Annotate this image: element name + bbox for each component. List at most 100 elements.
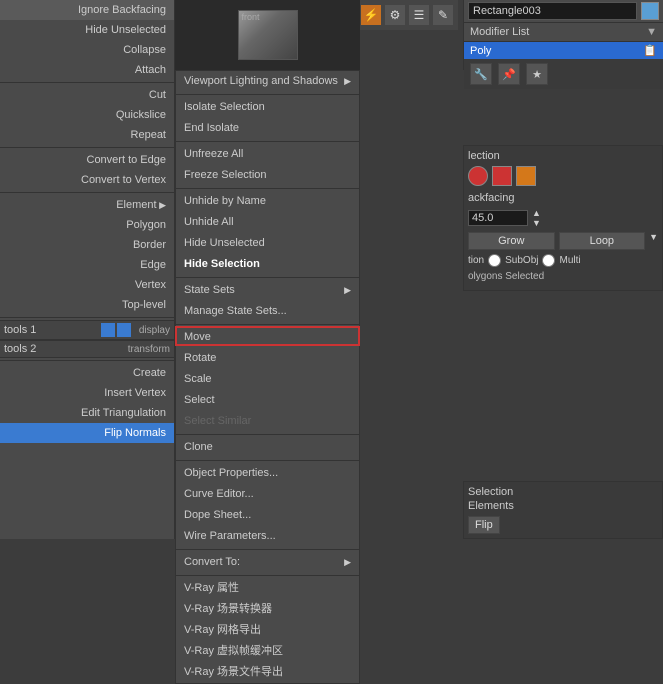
menu-wire-parameters[interactable]: Wire Parameters... (176, 526, 359, 547)
left-menu-flip-normals[interactable]: Flip Normals (0, 423, 174, 443)
menu-clone[interactable]: Clone (176, 437, 359, 458)
viewport-object: front (238, 10, 298, 60)
icon-btn-2[interactable]: ⚙ (384, 4, 406, 26)
tools-row-1: tools 1 display (0, 320, 174, 340)
menu-rotate[interactable]: Rotate (176, 348, 359, 369)
subobj-radio[interactable] (488, 254, 501, 267)
modifier-list-dropdown-icon[interactable]: ▼ (646, 26, 657, 38)
sel-icon-vertex[interactable] (468, 166, 488, 186)
menu-vray-attr[interactable]: V-Ray 属性 (176, 578, 359, 599)
left-menu-ignore-backfacing[interactable]: Ignore Backfacing (0, 0, 174, 20)
menu-dope-sheet[interactable]: Dope Sheet... (176, 505, 359, 526)
object-properties-panel: Modifier List ▼ Poly 📋 🔧 📌 ★ (463, 0, 663, 70)
top-icons-bar: ⚡ ⚙ ☰ ✎ (356, 0, 458, 30)
mod-icon-pin[interactable]: 📌 (498, 63, 520, 85)
angle-spinner-up[interactable]: ▲▼ (532, 208, 541, 228)
menu-vray-mesh-export[interactable]: V-Ray 网格导出 (176, 620, 359, 641)
menu-sep-3 (176, 188, 359, 189)
poly-modifier-row: Poly 📋 (464, 42, 663, 59)
loop-dropdown-icon[interactable]: ▼ (649, 232, 658, 250)
menu-hide-selection[interactable]: Hide Selection (176, 254, 359, 275)
object-name-input[interactable] (468, 2, 637, 20)
menu-state-sets[interactable]: State Sets (176, 280, 359, 301)
menu-convert-to[interactable]: Convert To: (176, 552, 359, 573)
left-menu-polygon[interactable]: Polygon (0, 215, 174, 235)
menu-object-properties[interactable]: Object Properties... (176, 463, 359, 484)
mod-icon-star[interactable]: ★ (526, 63, 548, 85)
left-menu-collapse[interactable]: Collapse (0, 40, 174, 60)
left-menu-insert-vertex[interactable]: Insert Vertex (0, 383, 174, 403)
angle-input[interactable] (468, 210, 528, 226)
menu-select-similar: Select Similar (176, 411, 359, 432)
menu-scale[interactable]: Scale (176, 369, 359, 390)
left-menu-top-level[interactable]: Top-level (0, 295, 174, 315)
menu-move[interactable]: Move (176, 327, 359, 348)
sel-icon-edge[interactable] (492, 166, 512, 186)
modifier-list-row: Modifier List ▼ (464, 23, 663, 42)
backfacing-label: ackfacing (468, 192, 658, 204)
main-context-menu: Viewport Lighting and Shadows Isolate Se… (175, 70, 360, 684)
left-menu-convert-to-vertex[interactable]: Convert to Vertex (0, 170, 174, 190)
menu-vray-scene-converter[interactable]: V-Ray 场景转换器 (176, 599, 359, 620)
elements-label: Elements (468, 500, 658, 512)
left-menu-element[interactable]: Element (0, 195, 174, 215)
bottom-right-panel: Selection Elements Flip (463, 481, 663, 539)
menu-sep-9 (176, 575, 359, 576)
left-menu-create[interactable]: Create (0, 363, 174, 383)
menu-viewport-lighting[interactable]: Viewport Lighting and Shadows (176, 71, 359, 92)
loop-button[interactable]: Loop (559, 232, 646, 250)
menu-isolate-selection[interactable]: Isolate Selection (176, 97, 359, 118)
menu-manage-state-sets[interactable]: Manage State Sets... (176, 301, 359, 322)
menu-unhide-all[interactable]: Unhide All (176, 212, 359, 233)
sel-icon-poly[interactable] (516, 166, 536, 186)
left-menu-hide-unselected[interactable]: Hide Unselected (0, 20, 174, 40)
flip-button[interactable]: Flip (468, 516, 500, 534)
left-menu-edge[interactable]: Edge (0, 255, 174, 275)
selection-label: Selection (468, 486, 658, 498)
left-menu-quickslice[interactable]: Quickslice (0, 105, 174, 125)
menu-unhide-by-name[interactable]: Unhide by Name (176, 191, 359, 212)
menu-select[interactable]: Select (176, 390, 359, 411)
modifier-icons-row: 🔧 📌 ★ (464, 59, 663, 89)
icon-btn-4[interactable]: ✎ (432, 4, 454, 26)
display-label: display (139, 325, 170, 336)
left-menu-sep-1 (0, 82, 174, 83)
grow-loop-row: Grow Loop ▼ (468, 232, 658, 250)
menu-sep-6 (176, 434, 359, 435)
left-menu-convert-to-edge[interactable]: Convert to Edge (0, 150, 174, 170)
selection-icons-row (468, 166, 658, 186)
left-menu-vertex[interactable]: Vertex (0, 275, 174, 295)
menu-end-isolate[interactable]: End Isolate (176, 118, 359, 139)
angle-row: ▲▼ (468, 208, 658, 228)
menu-sep-8 (176, 549, 359, 550)
menu-sep-4 (176, 277, 359, 278)
mod-icon-magnet[interactable]: 🔧 (470, 63, 492, 85)
icon-btn-1[interactable]: ⚡ (360, 4, 382, 26)
selection-panel-title: lection (468, 150, 658, 162)
left-menu-sep-2 (0, 147, 174, 148)
menu-vray-scene-export[interactable]: V-Ray 场景文件导出 (176, 662, 359, 683)
menu-sep-2 (176, 141, 359, 142)
grow-button[interactable]: Grow (468, 232, 555, 250)
poly-label: Poly (470, 45, 491, 57)
menu-curve-editor[interactable]: Curve Editor... (176, 484, 359, 505)
icon-btn-3[interactable]: ☰ (408, 4, 430, 26)
poly-icon: 📋 (643, 44, 657, 57)
menu-sep-1 (176, 94, 359, 95)
menu-unfreeze-all[interactable]: Unfreeze All (176, 144, 359, 165)
left-menu-cut[interactable]: Cut (0, 85, 174, 105)
left-menu-border[interactable]: Border (0, 235, 174, 255)
menu-sep-7 (176, 460, 359, 461)
object-color-swatch[interactable] (641, 2, 659, 20)
object-name-row (464, 0, 663, 23)
transform-label: transform (128, 344, 170, 355)
menu-hide-unselected[interactable]: Hide Unselected (176, 233, 359, 254)
multi-label: Multi (559, 255, 580, 266)
menu-vray-vfb[interactable]: V-Ray 虚拟帧缓冲区 (176, 641, 359, 662)
menu-freeze-selection[interactable]: Freeze Selection (176, 165, 359, 186)
left-menu-attach[interactable]: Attach (0, 60, 174, 80)
multi-radio[interactable] (542, 254, 555, 267)
left-menu-repeat[interactable]: Repeat (0, 125, 174, 145)
left-menu-edit-triangulation[interactable]: Edit Triangulation (0, 403, 174, 423)
subobj-multi-row: tion SubObj Multi (468, 254, 658, 267)
